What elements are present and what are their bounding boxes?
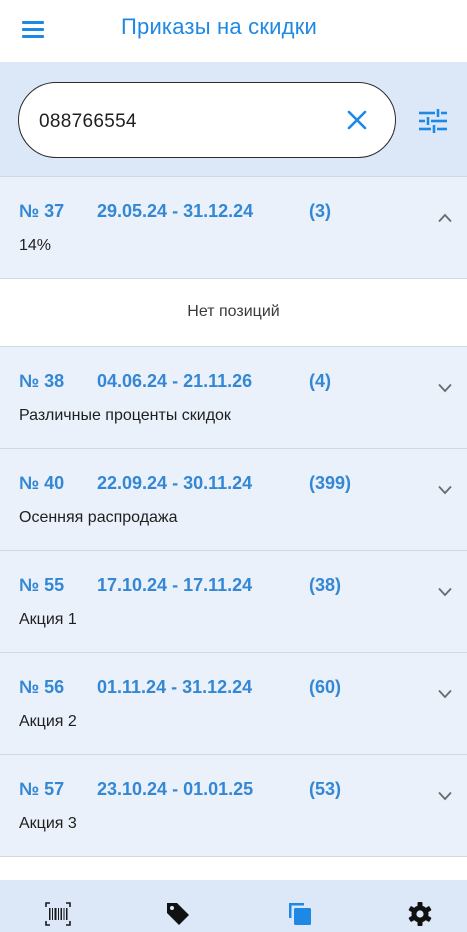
order-period: 17.10.24 - 17.11.24	[97, 575, 253, 595]
order-item[interactable]: № 40 22.09.24 - 30.11.24 (399) Осенняя рас…	[0, 448, 467, 550]
chevron-down-icon[interactable]	[438, 689, 452, 699]
order-description: Акция 2	[19, 713, 77, 730]
chevron-down-icon[interactable]	[438, 383, 452, 393]
search-bar: 088766554	[0, 62, 467, 176]
order-item[interactable]: № 55 17.10.24 - 17.11.24 (38) Акция 1	[0, 550, 467, 652]
order-period: 04.06.24 - 21.11.26	[97, 371, 253, 391]
order-count: (4)	[309, 371, 331, 391]
price-tag-icon[interactable]	[164, 900, 192, 928]
chevron-down-icon[interactable]	[438, 791, 452, 801]
settings-icon[interactable]	[406, 900, 434, 928]
order-item[interactable]: № 37 29.05.24 - 31.12.24 (3) 14%	[0, 176, 467, 278]
order-description: 14%	[19, 237, 52, 254]
order-header: № 40 22.09.24 - 30.11.24 (399)	[19, 473, 351, 494]
order-description: Акция 1	[19, 611, 77, 628]
order-description: Акция 3	[19, 815, 77, 832]
empty-positions: Нет позиций	[0, 278, 467, 346]
copy-icon[interactable]	[286, 900, 314, 928]
chevron-down-icon[interactable]	[438, 485, 452, 495]
search-input[interactable]: 088766554	[18, 82, 396, 158]
order-number: № 40	[19, 473, 65, 493]
page-title: Приказы на скидки	[121, 14, 318, 39]
order-header: № 57 23.10.24 - 01.01.25 (53)	[19, 779, 341, 800]
menu-icon[interactable]	[22, 19, 48, 41]
order-period: 29.05.24 - 31.12.24	[97, 201, 254, 221]
order-item[interactable]: № 56 01.11.24 - 31.12.24 (60) Акция 2	[0, 652, 467, 754]
order-count: (3)	[309, 201, 331, 221]
order-number: № 57	[19, 779, 65, 799]
order-description: Осенняя распродажа	[19, 509, 178, 526]
order-description: Различные проценты скидок	[19, 407, 231, 424]
barcode-scanner-icon[interactable]	[44, 900, 72, 928]
close-icon[interactable]	[345, 108, 369, 132]
orders-list: № 37 29.05.24 - 31.12.24 (3) 14% Нет позиц…	[0, 176, 467, 857]
chevron-up-icon[interactable]	[438, 213, 452, 223]
empty-positions-text: Нет позиций	[187, 303, 280, 320]
order-number: № 37	[19, 201, 65, 221]
order-period: 22.09.24 - 30.11.24	[97, 473, 253, 493]
order-number: № 56	[19, 677, 65, 697]
order-count: (53)	[309, 779, 342, 799]
search-input-value[interactable]: 088766554	[39, 111, 137, 133]
tune-icon[interactable]	[418, 108, 448, 134]
app-bar: Приказы на скидки	[0, 0, 467, 62]
order-header: № 56 01.11.24 - 31.12.24 (60)	[19, 677, 341, 698]
divider	[0, 856, 467, 857]
order-period: 01.11.24 - 31.12.24	[97, 677, 253, 697]
order-number: № 55	[19, 575, 65, 595]
order-count: (38)	[309, 575, 342, 595]
order-header: № 37 29.05.24 - 31.12.24 (3)	[19, 201, 331, 222]
order-count: (60)	[309, 677, 342, 697]
chevron-down-icon[interactable]	[438, 587, 452, 597]
order-header: № 38 04.06.24 - 21.11.26 (4)	[19, 371, 331, 392]
order-header: № 55 17.10.24 - 17.11.24 (38)	[19, 575, 341, 596]
order-item[interactable]: № 57 23.10.24 - 01.01.25 (53) Акция 3	[0, 754, 467, 856]
order-number: № 38	[19, 371, 65, 391]
bottom-navigation	[0, 880, 467, 932]
order-period: 23.10.24 - 01.01.25	[97, 779, 254, 799]
order-item[interactable]: № 38 04.06.24 - 21.11.26 (4) Различные про…	[0, 346, 467, 448]
order-count: (399)	[309, 473, 352, 493]
